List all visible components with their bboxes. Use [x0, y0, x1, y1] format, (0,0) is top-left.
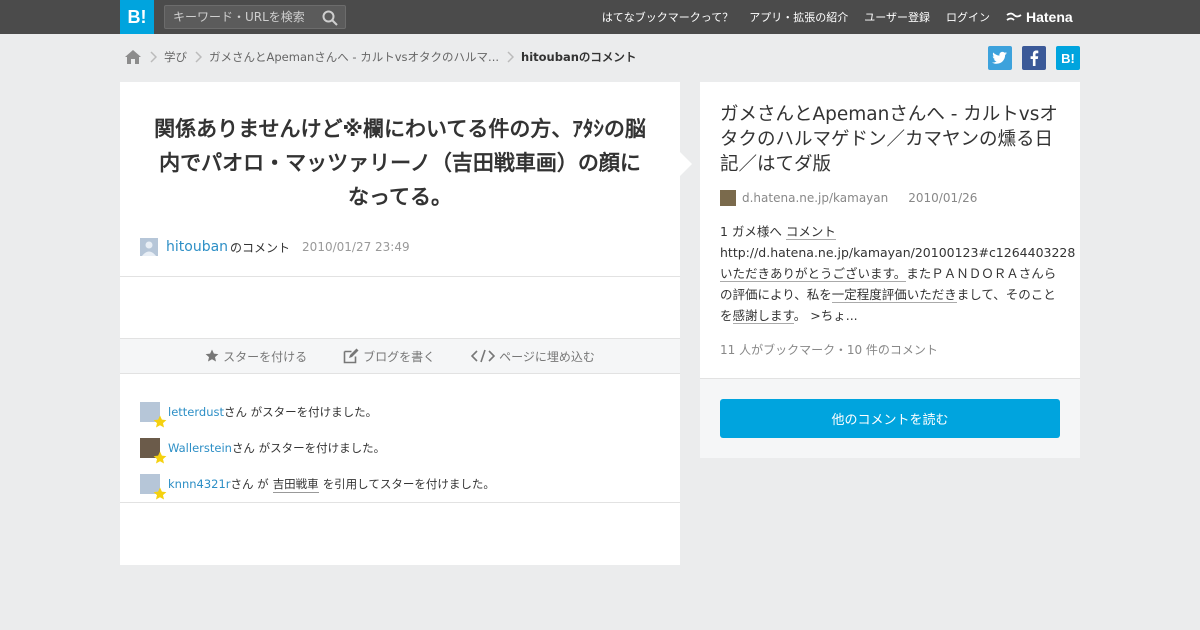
avatar[interactable]: [140, 402, 167, 428]
star-list: letterdust さん がスターを付けました。 Wallerstein さん…: [140, 394, 660, 502]
comment-user-link[interactable]: hitouban: [166, 239, 228, 255]
comment-user-suffix: のコメント: [230, 240, 291, 255]
entry-meta: d.hatena.ne.jp/kamayan 2010/01/26: [720, 190, 977, 206]
twitter-share-button[interactable]: [988, 46, 1012, 70]
breadcrumb-current: hitoubanのコメント: [521, 50, 637, 64]
summary-keyword-link[interactable]: コメント: [785, 224, 836, 240]
star-user-link[interactable]: knnn4321r: [168, 477, 231, 491]
star-text: さん がスターを付けました。: [223, 405, 378, 419]
entry-domain[interactable]: d.hatena.ne.jp/kamayan: [742, 191, 888, 205]
facebook-icon: [1030, 50, 1039, 66]
chevron-right-icon: [149, 51, 157, 63]
summary-keyword-link[interactable]: いただきありがとうございます。: [720, 266, 907, 282]
nav-about[interactable]: はてなブックマークって？: [602, 9, 733, 25]
star-icon: [153, 487, 167, 500]
comment-card: 関係ありませんけど※欄にわいてる件の方、ｱﾀｼの脳内でパオロ・マッツァリーノ（吉…: [120, 82, 680, 565]
home-icon[interactable]: [124, 49, 142, 65]
header-nav: はてなブックマークって？ アプリ・拡張の紹介 ユーザー登録 ログイン: [586, 0, 990, 34]
nav-login[interactable]: ログイン: [946, 9, 990, 25]
chevron-right-icon: [506, 51, 515, 63]
chevron-right-icon: [194, 51, 202, 63]
star-user-link[interactable]: Wallerstein: [168, 441, 232, 455]
star-user-link[interactable]: letterdust: [168, 405, 224, 419]
star-icon: [153, 415, 167, 428]
entry-summary: 1 ガメ様へ コメント http://d.hatena.ne.jp/kamaya…: [720, 221, 1075, 326]
breadcrumb: 学び ガメさんとApemanさんへ - カルトvsオタクのハルマ... hito…: [124, 47, 636, 67]
add-star-label: スターを付ける: [223, 349, 308, 364]
search-icon[interactable]: [321, 9, 339, 27]
star-icon: [205, 349, 219, 362]
top-bar: B! はてなブックマークって？ アプリ・拡張の紹介 ユーザー登録 ログイン Ha…: [0, 0, 1200, 34]
read-more-comments-button[interactable]: 他のコメントを読む: [720, 399, 1060, 438]
entry-title[interactable]: ガメさんとApemanさんへ - カルトvsオタクのハルマゲドン／カマヤンの燻る…: [720, 102, 1065, 177]
embed-page-button[interactable]: ページに埋め込む: [471, 348, 595, 365]
embed-page-label: ページに埋め込む: [499, 349, 595, 364]
nav-apps[interactable]: アプリ・拡張の紹介: [749, 9, 848, 25]
star-item: letterdust さん がスターを付けました。: [140, 394, 660, 430]
hatena-bookmark-logo[interactable]: B!: [120, 0, 154, 34]
avatar[interactable]: [140, 438, 167, 464]
divider: [120, 276, 680, 277]
breadcrumb-entry[interactable]: ガメさんとApemanさんへ - カルトvsオタクのハルマ...: [209, 49, 499, 65]
write-blog-button[interactable]: ブログを書く: [343, 348, 435, 365]
twitter-icon: [992, 51, 1007, 64]
summary-text: 1 ガメ様へ: [720, 224, 786, 239]
avatar[interactable]: [140, 238, 158, 256]
comment-date[interactable]: 2010/01/27 23:49: [302, 240, 410, 254]
summary-keyword-link[interactable]: 感謝します: [732, 308, 794, 324]
summary-keyword-link[interactable]: 一定程度評価いただき: [831, 287, 957, 303]
breadcrumb-category[interactable]: 学び: [164, 49, 187, 65]
share-buttons: B!: [988, 46, 1080, 70]
star-icon: [153, 451, 167, 464]
hatena-share-button[interactable]: B!: [1056, 46, 1080, 70]
star-item: Wallerstein さん がスターを付けました。: [140, 430, 660, 466]
card-pointer: [680, 152, 692, 176]
divider: [120, 502, 680, 503]
add-star-button[interactable]: スターを付ける: [205, 348, 307, 365]
user-icon: [142, 241, 156, 256]
star-text-suffix: を引用してスターを付けました。: [322, 477, 495, 491]
comment-text: 関係ありませんけど※欄にわいてる件の方、ｱﾀｼの脳内でパオロ・マッツァリーノ（吉…: [154, 117, 646, 209]
write-blog-label: ブログを書く: [363, 349, 436, 364]
star-item: knnn4321r さん が 吉田戦車 を引用してスターを付けました。: [140, 466, 660, 502]
comment-actions: スターを付ける ブログを書く ページに埋め込む: [120, 338, 680, 374]
avatar[interactable]: [140, 474, 167, 500]
star-text: さん がスターを付けました。: [231, 441, 386, 455]
edit-icon: [343, 348, 359, 364]
site-favicon-icon: [720, 190, 736, 206]
search-box: [164, 5, 346, 29]
search-input[interactable]: [165, 6, 315, 28]
hatena-brand[interactable]: Hatena: [1006, 8, 1073, 26]
brand-label: Hatena: [1026, 9, 1073, 25]
summary-text: http://d.hatena.ne.jp/kamayan/20100123#c…: [720, 245, 1076, 260]
star-text: さん が: [230, 477, 269, 491]
comment-user-row: hitouban のコメント 2010/01/27 23:49: [140, 237, 410, 257]
code-icon: [471, 349, 496, 363]
hatena-logo-icon: [1006, 12, 1022, 21]
entry-date: 2010/01/26: [908, 191, 978, 205]
star-quote[interactable]: 吉田戦車: [272, 476, 319, 493]
entry-footer: 他のコメントを読む: [700, 378, 1080, 458]
entry-bookmark-count[interactable]: 11 人がブックマーク・10 件のコメント: [720, 341, 938, 358]
facebook-share-button[interactable]: [1022, 46, 1046, 70]
entry-card: ガメさんとApemanさんへ - カルトvsオタクのハルマゲドン／カマヤンの燻る…: [700, 82, 1080, 458]
nav-register[interactable]: ユーザー登録: [864, 9, 930, 25]
summary-text: 。 >ちょ...: [793, 308, 858, 323]
